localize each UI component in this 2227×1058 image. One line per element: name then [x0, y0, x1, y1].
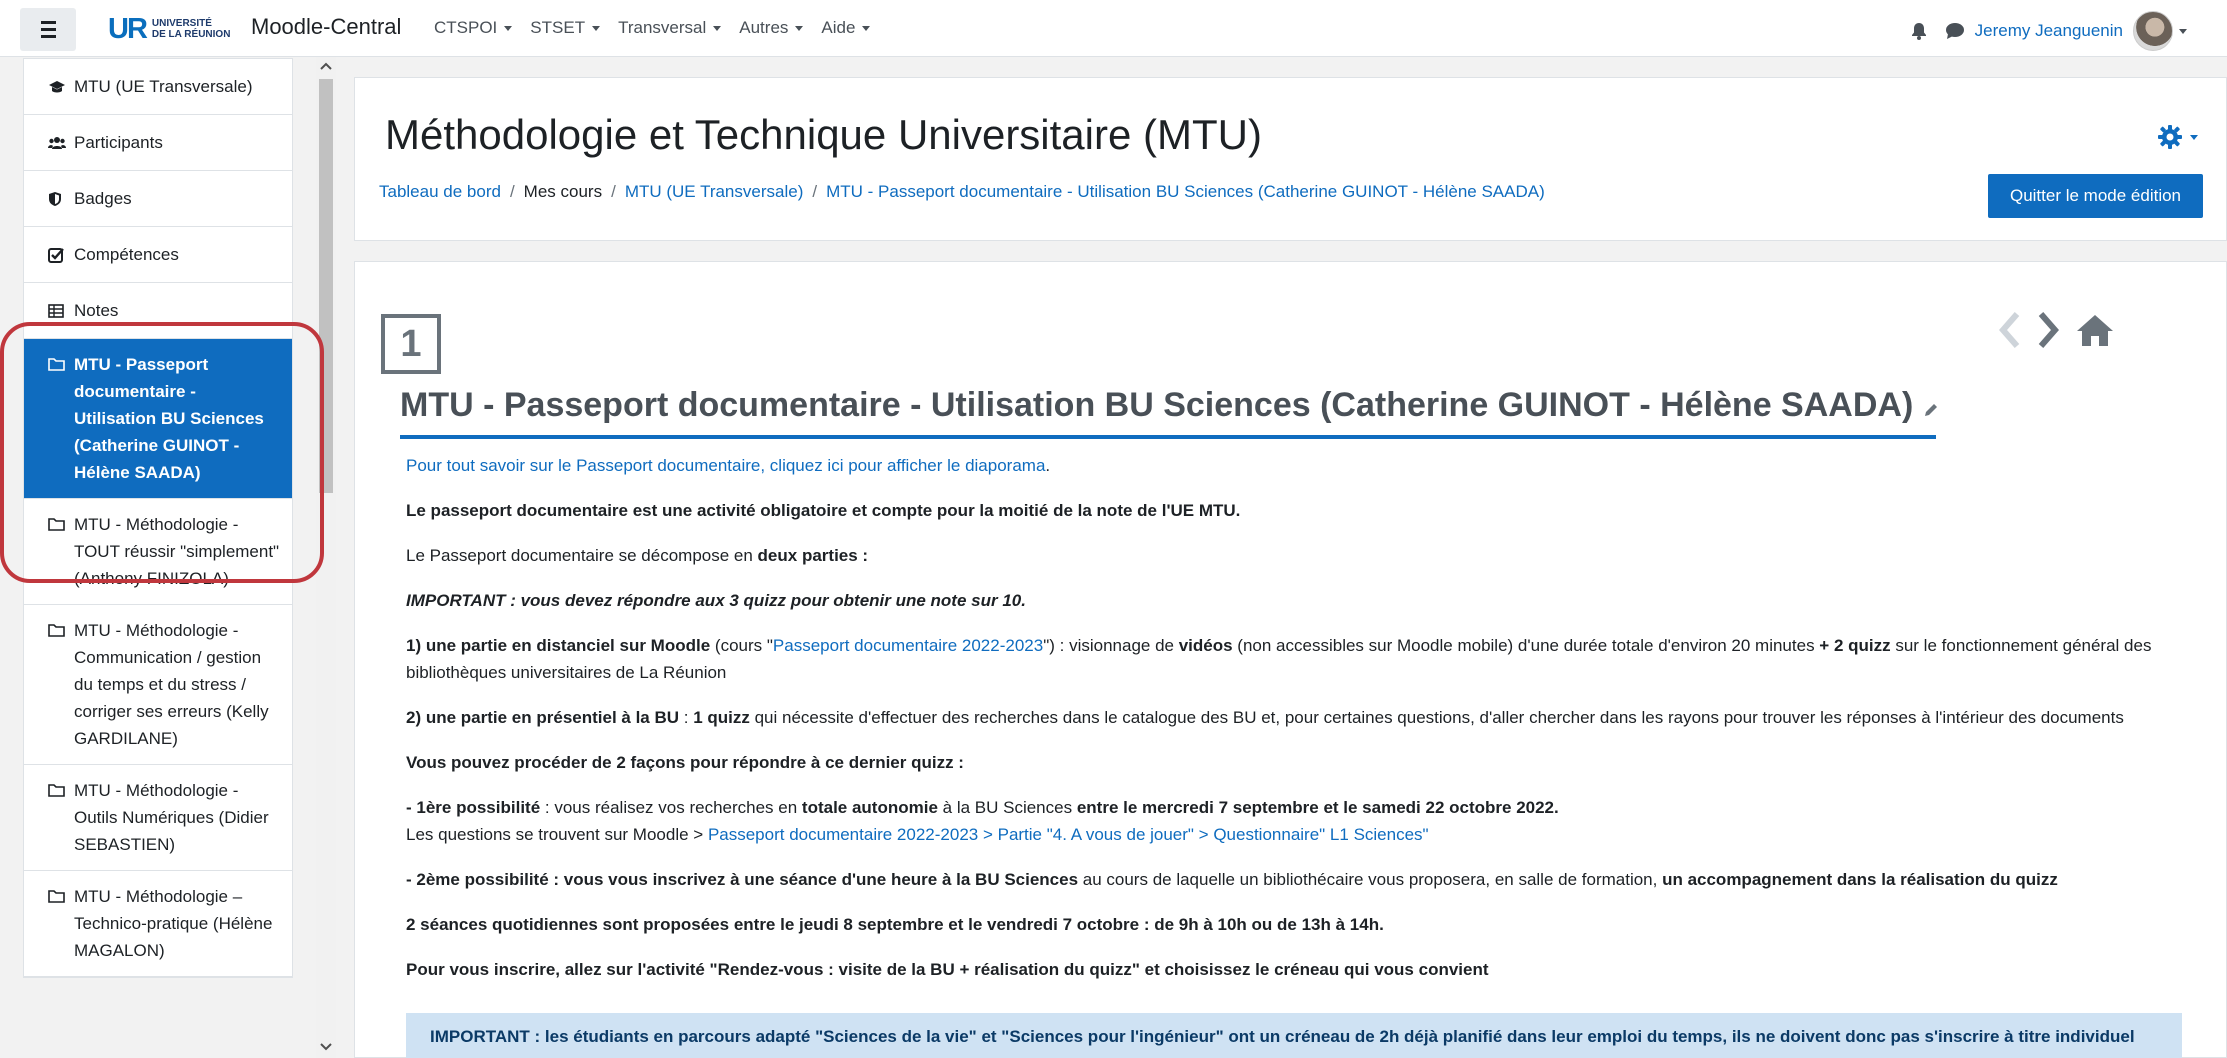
sidebar-item-participants[interactable]: Participants: [24, 115, 292, 171]
caret-down-icon: [713, 25, 722, 31]
sidebar-item-notes[interactable]: Notes: [24, 283, 292, 339]
caret-down-icon: [504, 25, 513, 31]
breadcrumb-course[interactable]: MTU (UE Transversale): [625, 182, 804, 202]
quit-edit-mode-button[interactable]: Quitter le mode édition: [1988, 174, 2203, 218]
folder-icon: [48, 883, 66, 964]
caret-down-icon: [2190, 134, 2198, 140]
section-navigation: [1995, 310, 2115, 350]
sidebar-item-methodologie-outils-numeriques[interactable]: MTU - Méthodologie - Outils Numériques (…: [24, 765, 292, 871]
top-menu: CTSPOI STSET Transversal Autres Aide: [434, 18, 888, 38]
caret-down-icon: [795, 25, 804, 31]
caret-down-icon: [862, 25, 871, 31]
folder-icon: [48, 511, 66, 592]
user-menu-name[interactable]: Jeremy Jeanguenin: [1975, 21, 2123, 41]
paragraph-two-ways: Vous pouvez procéder de 2 façons pour ré…: [406, 753, 964, 772]
table-icon: [48, 303, 66, 318]
drawer-toggle-button[interactable]: [20, 8, 76, 51]
site-name[interactable]: Moodle-Central: [251, 14, 401, 40]
university-logo[interactable]: UR UNIVERSITÉ DE LA RÉUNION: [108, 14, 230, 44]
edit-pencil-icon[interactable]: [1923, 388, 1939, 427]
section-content: 1 MTU - Passeport documentaire - Utilisa…: [354, 261, 2227, 1058]
scrollbar-thumb[interactable]: [319, 79, 333, 493]
caret-down-icon: [592, 25, 601, 31]
page-title: Méthodologie et Technique Universitaire …: [385, 111, 1262, 158]
caret-down-icon[interactable]: [2179, 28, 2187, 34]
questionnaire-link[interactable]: Passeport documentaire 2022-2023 > Parti…: [708, 825, 1429, 844]
hamburger-icon: [40, 21, 56, 24]
shield-icon: [48, 191, 66, 207]
breadcrumb-section[interactable]: MTU - Passeport documentaire - Utilisati…: [826, 182, 1545, 202]
page-header: Méthodologie et Technique Universitaire …: [354, 77, 2227, 241]
next-section-icon[interactable]: [2035, 310, 2063, 350]
user-avatar[interactable]: [2133, 11, 2173, 51]
sidebar-item-passeport-documentaire[interactable]: MTU - Passeport documentaire - Utilisati…: [24, 339, 292, 499]
section-summary: Pour tout savoir sur le Passeport docume…: [406, 452, 2196, 1001]
logo-line-2: DE LA RÉUNION: [151, 29, 231, 40]
menu-stset[interactable]: STSET: [530, 18, 601, 38]
previous-section-icon[interactable]: [1995, 310, 2023, 350]
section-title: MTU - Passeport documentaire - Utilisati…: [400, 386, 1939, 427]
scroll-up-arrow-icon[interactable]: [319, 59, 333, 73]
paragraph-first-option: - 1ère possibilité : vous réalisez vos r…: [406, 798, 1559, 844]
scroll-down-arrow-icon[interactable]: [319, 1040, 333, 1054]
menu-aide[interactable]: Aide: [821, 18, 871, 38]
sidebar-item-badges[interactable]: Badges: [24, 171, 292, 227]
sidebar-item-methodologie-tout-reussir[interactable]: MTU - Méthodologie - TOUT réussir "simpl…: [24, 499, 292, 605]
breadcrumb: Tableau de bord / Mes cours / MTU (UE Tr…: [379, 182, 1545, 202]
logo-letters: UR: [108, 13, 148, 45]
gear-icon: [2158, 125, 2182, 149]
paragraph-register: Pour vous inscrire, allez sur l'activité…: [406, 960, 1489, 979]
folder-icon: [48, 617, 66, 752]
course-settings-menu[interactable]: [2157, 124, 2198, 150]
passeport-course-link[interactable]: Passeport documentaire 2022-2023: [773, 636, 1043, 655]
sidebar-item-competences[interactable]: Compétences: [24, 227, 292, 283]
course-nav-list: MTU (UE Transversale) Participants Badge…: [23, 58, 293, 978]
sidebar-scrollbar[interactable]: [316, 57, 336, 1058]
paragraph-obligatory: Le passeport documentaire est une activi…: [406, 501, 1241, 520]
important-quizz-note: IMPORTANT : vous devez répondre aux 3 qu…: [406, 591, 1026, 610]
menu-autres[interactable]: Autres: [739, 18, 804, 38]
section-title-underline: [400, 435, 1936, 439]
graduation-cap-icon: [48, 80, 66, 94]
slideshow-link[interactable]: Pour tout savoir sur le Passeport docume…: [406, 456, 1045, 475]
breadcrumb-dashboard[interactable]: Tableau de bord: [379, 182, 501, 202]
logo-line-1: UNIVERSITÉ: [151, 18, 212, 29]
menu-transversal[interactable]: Transversal: [618, 18, 722, 38]
folder-icon: [48, 777, 66, 858]
sidebar-item-methodologie-technico-pratique[interactable]: MTU - Méthodologie – Technico-pratique (…: [24, 871, 292, 977]
home-icon[interactable]: [2075, 312, 2115, 348]
checkbox-icon: [48, 247, 66, 263]
users-icon: [48, 136, 66, 150]
important-notice-box: IMPORTANT : les étudiants en parcours ad…: [406, 1013, 2182, 1058]
breadcrumb-my-courses: Mes cours: [523, 182, 603, 201]
paragraph-part-one: 1) une partie en distanciel sur Moodle (…: [406, 636, 2152, 682]
notifications-bell-icon[interactable]: [1909, 21, 1929, 41]
paragraph-second-option: - 2ème possibilité : vous vous inscrivez…: [406, 870, 2058, 889]
paragraph-part-two: 2) une partie en présentiel à la BU : 1 …: [406, 708, 2124, 727]
menu-ctspoi[interactable]: CTSPOI: [434, 18, 513, 38]
paragraph-sessions: 2 séances quotidiennes sont proposées en…: [406, 915, 1384, 934]
folder-icon: [48, 351, 66, 486]
sidebar-item-methodologie-communication[interactable]: MTU - Méthodologie - Communication / ges…: [24, 605, 292, 765]
top-navbar: UR UNIVERSITÉ DE LA RÉUNION Moodle-Centr…: [0, 0, 2227, 57]
messages-chat-icon[interactable]: [1945, 22, 1965, 40]
section-number: 1: [381, 314, 441, 374]
sidebar-item-course-home[interactable]: MTU (UE Transversale): [24, 59, 292, 115]
